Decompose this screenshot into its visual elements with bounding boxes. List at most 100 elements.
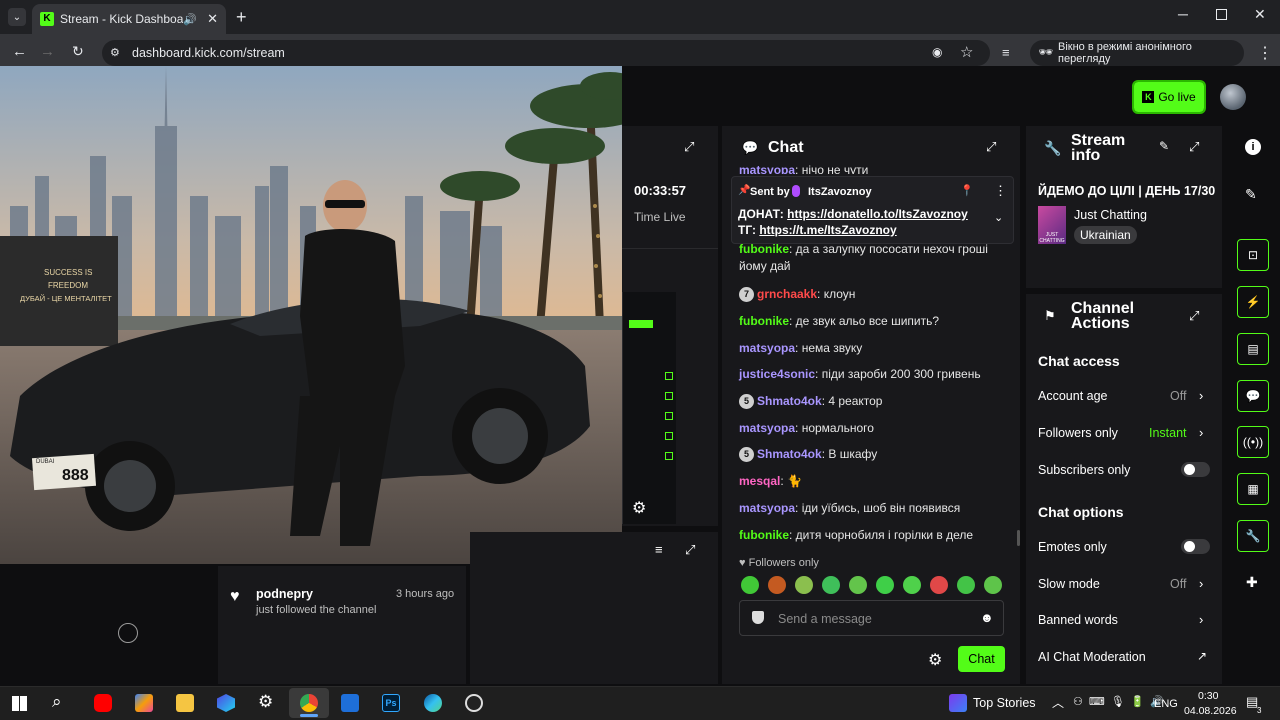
photoshop-icon[interactable]: Ps	[382, 694, 400, 712]
edit-pencil-icon[interactable]: ✎	[1159, 139, 1169, 153]
forward-icon[interactable]: →	[40, 43, 55, 60]
new-tab-icon[interactable]: +	[236, 7, 247, 28]
clock-date[interactable]: 04.08.2026	[1184, 705, 1237, 717]
account-age-value[interactable]: Off	[1170, 389, 1186, 403]
settings-gear-icon[interactable]: ⚙	[632, 498, 646, 518]
chat-username[interactable]: fubonike	[739, 528, 789, 542]
site-info-icon[interactable]: ⚙	[110, 46, 120, 59]
banned-words-label[interactable]: Banned words	[1038, 613, 1118, 627]
emote-icon[interactable]	[795, 576, 813, 594]
subscribers-only-toggle[interactable]	[1181, 462, 1210, 477]
browser-menu-icon[interactable]: ⋮	[1257, 43, 1273, 63]
stats-expand-icon[interactable]: ⤢	[684, 139, 694, 155]
pinned-collapse-icon[interactable]: ⌄	[994, 211, 1003, 224]
channel-actions-expand-icon[interactable]: ⤢	[1189, 308, 1199, 324]
chat-username[interactable]: grnchaakk	[757, 287, 817, 301]
activity-username[interactable]: podnepry	[256, 587, 313, 601]
external-link-icon[interactable]: ↗	[1197, 649, 1207, 663]
chat-username[interactable]: justice4sonic	[739, 367, 815, 381]
avatar[interactable]	[1220, 84, 1246, 110]
sidebar-layout-button[interactable]: ▦	[1237, 473, 1269, 505]
emote-icon[interactable]	[822, 576, 840, 594]
followers-only-chevron-icon[interactable]: ›	[1199, 425, 1203, 440]
tag-badge[interactable]: Ukrainian	[1074, 226, 1137, 244]
news-widget-label[interactable]: Top Stories	[973, 696, 1036, 710]
chat-username[interactable]: Shmato4ok	[757, 447, 822, 461]
emote-icon[interactable]	[849, 576, 867, 594]
sidebar-wrench-button[interactable]: 🔧	[1237, 520, 1269, 552]
browser-tab[interactable]: K Stream - Kick Dashboard 🔊 ✕	[32, 4, 226, 34]
tray-overflow-icon[interactable]: ︿	[1052, 694, 1064, 711]
sidebar-lightning-button[interactable]: ⚡	[1237, 286, 1269, 318]
copilot-icon[interactable]	[135, 694, 153, 712]
chat-settings-icon[interactable]: ⚙	[928, 650, 942, 670]
stream-preview[interactable]: SUCCESS IS FREEDOM ДУБАЙ - ЦЕ МЕНТАЛІТЕТ…	[0, 66, 622, 564]
file-explorer-icon[interactable]	[176, 694, 194, 712]
bookmark-star-icon[interactable]: ☆	[960, 43, 973, 61]
chat-username[interactable]: fubonike	[739, 242, 789, 256]
language-indicator[interactable]: ENG	[1154, 698, 1178, 710]
ai-chat-moderation-label[interactable]: AI Chat Moderation	[1038, 650, 1146, 664]
chrome-icon[interactable]	[300, 694, 318, 712]
settings-icon[interactable]: ⚙	[258, 692, 273, 712]
sidebar-chat-button[interactable]: 💬	[1237, 380, 1269, 412]
info-icon[interactable]: i	[1245, 139, 1261, 155]
windows-start-icon[interactable]	[12, 696, 27, 711]
youtube-icon[interactable]	[94, 694, 112, 712]
unpin-icon[interactable]: 📍	[960, 184, 974, 197]
emote-icon[interactable]	[984, 576, 1002, 594]
news-widget-icon[interactable]	[949, 694, 967, 712]
banned-words-chevron-icon[interactable]: ›	[1199, 612, 1203, 627]
emote-icon[interactable]	[930, 576, 948, 594]
pinned-menu-icon[interactable]: ⋮	[994, 183, 1007, 199]
chat-username[interactable]: mesqal	[739, 474, 780, 488]
chat-send-button[interactable]: Chat	[958, 646, 1005, 672]
pinned-message[interactable]: 📌 Sent by ItsZavoznoy 📍 ⋮ ДОНАТ: https:/…	[731, 176, 1014, 244]
address-bar[interactable]: ⚙ dashboard.kick.com/stream ◉ ☆	[102, 40, 990, 66]
tracking-off-icon[interactable]: ◉	[932, 45, 942, 59]
reload-icon[interactable]: ↻	[72, 43, 84, 60]
sidebar-screen-button[interactable]: ⊡	[1237, 239, 1269, 271]
emote-icon[interactable]	[768, 576, 786, 594]
chat-username[interactable]: fubonike	[739, 314, 789, 328]
edge-icon[interactable]	[424, 694, 442, 712]
activity-expand-icon[interactable]: ⤢	[685, 542, 695, 558]
incognito-indicator[interactable]: 🕶 Вікно в режимі анонімного перегляду	[1030, 40, 1244, 66]
emotes-only-toggle[interactable]	[1181, 539, 1210, 554]
chat-username[interactable]: matsyopa	[739, 421, 795, 435]
go-live-button[interactable]: K Go live	[1132, 80, 1206, 114]
tab-audio-icon[interactable]: 🔊	[183, 13, 197, 26]
emote-icon[interactable]	[903, 576, 921, 594]
mail-icon[interactable]	[341, 694, 359, 712]
filter-icon[interactable]: ≡	[655, 542, 663, 557]
emote-icon[interactable]	[957, 576, 975, 594]
sidebar-broadcast-button[interactable]: ((•))	[1237, 426, 1269, 458]
category-name[interactable]: Just Chatting	[1074, 208, 1147, 222]
clock-time[interactable]: 0:30	[1198, 690, 1218, 702]
followers-only-value[interactable]: Instant	[1149, 426, 1187, 440]
chat-username[interactable]: matsyopa	[739, 341, 795, 355]
chat-username[interactable]: Shmato4ok	[757, 394, 822, 408]
tab-search-icon[interactable]: ⌄	[8, 8, 26, 26]
chat-username[interactable]: matsyopa	[739, 501, 795, 515]
window-close-icon[interactable]: ✕	[1254, 6, 1266, 23]
chat-popout-icon[interactable]: ⤢	[986, 139, 996, 155]
maximize-icon[interactable]	[1216, 9, 1227, 20]
tab-list-icon[interactable]: ≡	[1002, 45, 1010, 60]
emote-icon[interactable]	[876, 576, 894, 594]
sidebar-edit-icon[interactable]: ✎	[1245, 186, 1257, 203]
sidebar-add-widget-icon[interactable]: ✚	[1246, 574, 1258, 591]
chat-scrollbar[interactable]	[1017, 530, 1020, 546]
tab-close-icon[interactable]: ✕	[207, 11, 218, 27]
emoji-picker-icon[interactable]: ☻	[980, 610, 994, 625]
back-icon[interactable]: ←	[12, 43, 27, 60]
chat-input[interactable]: Send a message ☻	[739, 600, 1004, 636]
obs-icon[interactable]	[465, 694, 483, 712]
minimize-icon[interactable]: ─	[1178, 6, 1188, 22]
sidebar-notes-button[interactable]: ▤	[1237, 333, 1269, 365]
slow-mode-value[interactable]: Off	[1170, 577, 1186, 591]
search-icon[interactable]: ⌕	[52, 692, 62, 712]
emote-icon[interactable]	[741, 576, 759, 594]
stream-info-expand-icon[interactable]: ⤢	[1189, 139, 1199, 155]
account-age-chevron-icon[interactable]: ›	[1199, 388, 1203, 403]
